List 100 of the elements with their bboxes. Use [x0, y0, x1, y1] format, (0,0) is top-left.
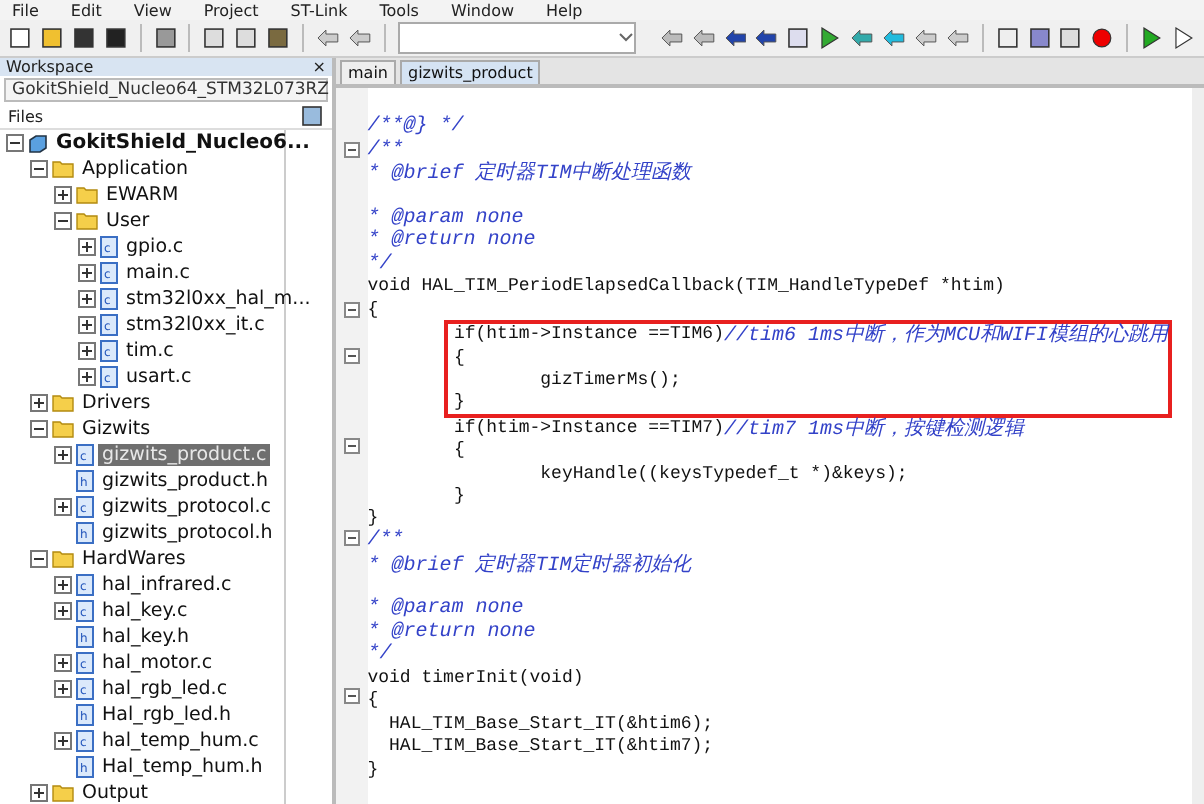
tree-item[interactable]: stm32l0xx_hal_m...: [122, 288, 315, 310]
menu-item[interactable]: Window: [450, 1, 515, 19]
tree-item[interactable]: Application: [78, 158, 193, 180]
tree-item[interactable]: GokitShield_Nucleo6...: [52, 132, 314, 154]
tree-item[interactable]: tim.c: [122, 340, 178, 362]
tree-item[interactable]: hal_infrared.c: [98, 574, 236, 596]
expand-toggle-icon[interactable]: [54, 446, 72, 464]
menu-item[interactable]: Tools: [379, 1, 419, 19]
code-comment: * @return none: [367, 621, 536, 644]
code-line: if(htim->Instance ==TIM7): [451, 417, 724, 438]
undo-icon[interactable]: [316, 26, 340, 50]
folder-icon: [52, 550, 74, 568]
code-line: void timerInit(void): [367, 668, 584, 689]
collapse-toggle-icon[interactable]: [30, 420, 48, 438]
editor-tab[interactable]: main: [340, 60, 396, 84]
tree-item[interactable]: Hal_rgb_led.h: [98, 704, 235, 726]
collapse-toggle-icon[interactable]: [30, 160, 48, 178]
expand-toggle-icon[interactable]: [78, 264, 96, 282]
menu-item[interactable]: View: [133, 1, 172, 19]
editor-tab[interactable]: gizwits_product: [400, 60, 541, 84]
tree-item[interactable]: hal_key.c: [98, 600, 192, 622]
code-comment: */: [367, 253, 392, 276]
code-line: }: [451, 485, 465, 506]
code-comment: * @param none: [367, 207, 524, 230]
tree-item[interactable]: hal_key.h: [98, 626, 194, 648]
expand-toggle-icon[interactable]: [30, 394, 48, 412]
tree-item[interactable]: hal_motor.c: [98, 652, 217, 674]
tree-item[interactable]: EWARM: [102, 184, 183, 206]
expand-toggle-icon[interactable]: [54, 498, 72, 516]
fold-toggle-icon[interactable]: [343, 347, 360, 364]
close-button[interactable]: ×: [312, 58, 326, 76]
expand-toggle-icon[interactable]: [78, 368, 96, 386]
code-comment: /**: [367, 530, 404, 553]
tree-item[interactable]: gizwits_protocol.c: [98, 496, 275, 518]
menu-item[interactable]: Help: [546, 1, 583, 19]
expand-toggle-icon[interactable]: [78, 290, 96, 308]
code-line: {: [451, 440, 465, 461]
fold-toggle-icon[interactable]: [343, 529, 360, 546]
arrow-icon[interactable]: [882, 26, 906, 50]
configuration-dropdown[interactable]: GokitShield_Nucleo64_STM32L073RZ: [4, 78, 328, 102]
expand-toggle-icon[interactable]: [54, 680, 72, 698]
expand-toggle-icon[interactable]: [78, 238, 96, 256]
code-comment: //tim7 1ms中断，按键检测逻辑: [723, 415, 1024, 442]
tree-item[interactable]: hal_temp_hum.c: [98, 730, 263, 752]
fold-toggle-icon[interactable]: [343, 688, 360, 705]
tree-item[interactable]: Drivers: [78, 392, 155, 414]
expand-toggle-icon[interactable]: [30, 784, 48, 802]
panel-title: Workspace: [6, 58, 94, 76]
code-line: keyHandle((keysTypedef_t *)&keys);: [538, 463, 908, 484]
code-comment: //tim6 1ms中断，作为MCU和WIFI模组的心跳用: [723, 321, 1168, 349]
collapse-toggle-icon[interactable]: [6, 134, 24, 152]
arrow-icon[interactable]: [945, 26, 970, 50]
fold-toggle-icon[interactable]: [343, 142, 360, 159]
folder-icon: [52, 420, 74, 438]
code-line: HAL_TIM_Base_Start_IT(&htim6);: [387, 713, 714, 734]
tree-item[interactable]: HardWares: [78, 548, 190, 570]
tree-item[interactable]: usart.c: [122, 366, 196, 388]
tree-item[interactable]: gizwits_product.c: [98, 444, 271, 466]
menu-item[interactable]: ST-Link: [290, 1, 348, 19]
arrow-icon[interactable]: [850, 26, 874, 50]
folder-icon: [76, 212, 98, 230]
tree-item[interactable]: gizwits_product.h: [98, 470, 273, 492]
expand-toggle-icon[interactable]: [78, 316, 96, 334]
code-line: gizTimerMs();: [538, 369, 681, 390]
folder-icon: [52, 784, 74, 802]
folder-icon: [52, 160, 74, 178]
expand-toggle-icon[interactable]: [54, 654, 72, 672]
expand-toggle-icon[interactable]: [78, 342, 96, 360]
play-icon[interactable]: [1140, 26, 1165, 50]
menu-item[interactable]: Project: [203, 1, 259, 19]
expand-toggle-icon[interactable]: [54, 576, 72, 594]
code-line: if(htim->Instance ==TIM6): [451, 324, 724, 345]
fold-toggle-icon[interactable]: [343, 301, 360, 318]
code-line: HAL_TIM_Base_Start_IT(&htim7);: [387, 736, 714, 757]
tree-item[interactable]: main.c: [122, 262, 194, 284]
arrow-icon[interactable]: [913, 26, 938, 50]
expand-toggle-icon[interactable]: [54, 602, 72, 620]
tree-item[interactable]: stm32l0xx_it.c: [122, 314, 269, 336]
code-comment: */: [367, 644, 392, 667]
menu-item[interactable]: Edit: [70, 1, 102, 19]
tree-item[interactable]: User: [102, 210, 154, 232]
tree-item[interactable]: Output: [78, 782, 152, 804]
expand-toggle-icon[interactable]: [54, 732, 72, 750]
project-cube-icon: [28, 133, 48, 153]
tree-item[interactable]: hal_rgb_led.c: [98, 678, 232, 700]
code-comment: /**: [367, 139, 404, 162]
breakpoint-icon[interactable]: [1090, 26, 1115, 50]
code-comment: * @param none: [367, 598, 524, 621]
fold-toggle-icon[interactable]: [343, 438, 360, 455]
tree-item[interactable]: gpio.c: [122, 236, 188, 258]
menu-item[interactable]: File: [12, 1, 39, 19]
expand-toggle-icon[interactable]: [54, 186, 72, 204]
code-line: }: [451, 392, 465, 413]
collapse-toggle-icon[interactable]: [30, 550, 48, 568]
collapse-toggle-icon[interactable]: [54, 212, 72, 230]
code-comment: * @brief 定时器TIM定时器初始化: [367, 551, 692, 579]
tree-item[interactable]: gizwits_protocol.h: [98, 522, 277, 544]
tree-item[interactable]: Hal_temp_hum.h: [98, 756, 267, 778]
tree-item[interactable]: Gizwits: [78, 418, 155, 440]
play-icon[interactable]: [1172, 26, 1196, 50]
